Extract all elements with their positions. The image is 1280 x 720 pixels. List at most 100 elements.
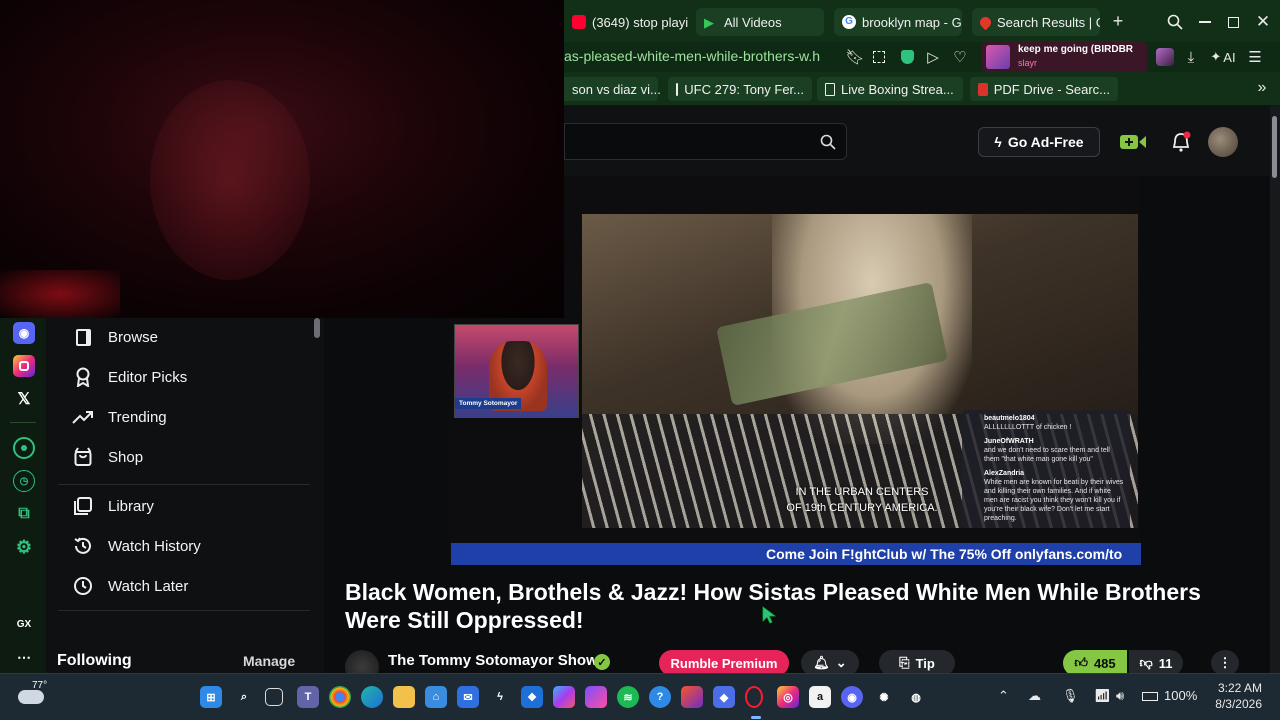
send-button[interactable]: ▷ <box>924 48 942 66</box>
amazon-icon[interactable]: a <box>809 686 831 708</box>
bookmark-label: son vs diaz vi... <box>572 81 661 97</box>
like-count: 485 <box>1093 655 1116 671</box>
ribbon-icon <box>72 366 94 388</box>
menu-button[interactable]: ☰ <box>1246 48 1264 66</box>
tab-all-videos[interactable]: ▶ All Videos <box>696 8 824 36</box>
copilot-icon[interactable] <box>553 686 575 708</box>
more-bookmarks-button[interactable]: » <box>1252 78 1272 98</box>
favorite-button[interactable]: ♡ <box>951 48 969 66</box>
battery-icon[interactable] <box>1142 688 1158 703</box>
obs-icon[interactable]: ◍ <box>905 686 927 708</box>
sidebar-item-editor-picks[interactable]: Editor Picks <box>72 363 187 391</box>
dropbox-icon[interactable]: ❖ <box>521 686 543 708</box>
sidebar-item-watch-history[interactable]: Watch History <box>72 532 201 560</box>
store-icon[interactable]: ⌂ <box>425 686 447 708</box>
maximize-button[interactable] <box>1222 11 1244 33</box>
sidebar-item-library[interactable]: Library <box>72 492 154 520</box>
bookmark-button[interactable]: 🔖︎ <box>845 48 864 66</box>
extensions-icon[interactable]: ⧉ <box>13 503 35 525</box>
discord-app-icon[interactable]: ◉ <box>841 686 863 708</box>
instagram-icon[interactable] <box>13 355 35 377</box>
help-icon[interactable]: ? <box>649 686 671 708</box>
weather-widget[interactable]: 77° <box>18 680 47 704</box>
settings-gear-icon[interactable]: ⚙ <box>13 536 35 558</box>
history-rail-icon[interactable]: ◷ <box>13 470 35 492</box>
adblock-button[interactable] <box>898 48 916 66</box>
brave-icon[interactable] <box>681 686 703 708</box>
start-icon[interactable]: ⊞ <box>200 686 222 708</box>
premium-label: Rumble Premium <box>670 655 778 671</box>
player-icon[interactable] <box>13 437 35 459</box>
album-art <box>986 45 1010 69</box>
download-button[interactable]: ⤓ <box>1182 48 1200 66</box>
spotify-icon[interactable]: ≋ <box>617 686 639 708</box>
user-avatar[interactable] <box>1208 127 1238 157</box>
edge-icon[interactable] <box>361 686 383 708</box>
ai-button[interactable]: ✦ AI <box>1206 48 1240 66</box>
youtube-icon <box>572 15 586 29</box>
search-icon[interactable]: ⌕ <box>233 686 255 708</box>
opera-gx-icon[interactable] <box>745 686 763 708</box>
sidebar-item-shop[interactable]: Shop <box>72 443 143 471</box>
clipchamp-icon[interactable] <box>585 686 607 708</box>
teams-icon[interactable]: T <box>297 686 319 708</box>
winamp-icon[interactable]: ϟ <box>489 686 511 708</box>
gx-corner-icon[interactable]: GX <box>13 613 35 635</box>
mail-icon[interactable]: ✉ <box>457 686 479 708</box>
bookmark-item[interactable]: UFC 279: Tony Fer... <box>668 77 812 101</box>
bookmark-item[interactable]: Live Boxing Strea... <box>817 77 963 101</box>
profile-button[interactable] <box>1154 46 1176 68</box>
tab-youtube[interactable]: (3649) stop playi <box>564 8 692 36</box>
cloud-status-icon[interactable]: ☁ <box>1028 688 1041 704</box>
music-player[interactable]: keep me going (BIRDBR slayr <box>982 42 1147 72</box>
manage-link[interactable]: Manage <box>243 653 295 669</box>
app-icon[interactable]: ◆ <box>713 686 735 708</box>
chat-user: beautmelo1804 <box>984 415 1035 422</box>
notifications-button[interactable] <box>1168 129 1194 155</box>
search-icon[interactable] <box>820 134 836 150</box>
volume-icon[interactable]: 🔊︎ <box>1116 688 1124 704</box>
tab-brooklyn-map[interactable]: G brooklyn map - G <box>834 8 962 36</box>
sidebar-item-browse[interactable]: Browse <box>72 323 158 351</box>
sidebar-scrollbar[interactable] <box>314 318 320 338</box>
microphone-icon[interactable]: 🎙︎ <box>1062 688 1079 704</box>
clock-date[interactable]: 8/3/2026 <box>1212 697 1262 711</box>
video-player[interactable]: IN THE URBAN CENTERS OF 19th CENTURY AME… <box>582 214 1138 528</box>
clock-time[interactable]: 3:22 AM <box>1214 681 1262 695</box>
sidebar-item-trending[interactable]: Trending <box>72 403 167 431</box>
dislike-count: 11 <box>1158 655 1173 671</box>
task-view-icon[interactable] <box>265 688 283 706</box>
tab-search-results[interactable]: Search Results | G <box>972 8 1100 36</box>
clock-icon <box>72 575 94 597</box>
channel-name[interactable]: The Tommy Sotomayor Show <box>388 652 598 669</box>
go-ad-free-button[interactable]: ϟ Go Ad-Free <box>978 127 1100 157</box>
bookmark-item[interactable]: PDF Drive - Searc... <box>970 77 1118 101</box>
chevron-up-icon[interactable]: ⌃ <box>998 688 1009 704</box>
instagram-app-icon[interactable]: ◎ <box>777 686 799 708</box>
wifi-icon[interactable]: 📶︎ <box>1094 688 1111 704</box>
lightning-icon: ϟ <box>994 134 1002 150</box>
sidebar-item-watch-later[interactable]: Watch Later <box>72 572 188 600</box>
discord-icon[interactable]: ◉ <box>13 322 35 344</box>
search-icon <box>1167 14 1183 30</box>
x-icon[interactable]: 𝕏 <box>13 388 35 410</box>
page-scrollbar-thumb[interactable] <box>1272 116 1277 178</box>
sidebar-item-label: Library <box>108 497 154 515</box>
address-field[interactable]: as-pleased-white-men-while-brothers-w.h <box>564 48 820 64</box>
more-icon[interactable]: ⋯ <box>13 646 35 668</box>
file-explorer-icon[interactable] <box>393 686 415 708</box>
minimize-button[interactable] <box>1194 11 1216 33</box>
new-tab-button[interactable]: + <box>1108 11 1128 31</box>
chrome-icon[interactable] <box>329 686 351 708</box>
bell-icon <box>1172 131 1191 152</box>
search-input[interactable] <box>564 123 847 160</box>
snapshot-button[interactable] <box>870 48 888 66</box>
upload-button[interactable] <box>1118 129 1148 155</box>
search-tabs-button[interactable] <box>1164 11 1186 33</box>
sidebar-item-label: Editor Picks <box>108 368 188 386</box>
tab-label: Search Results | G <box>997 14 1100 30</box>
close-button[interactable]: ✕ <box>1252 11 1274 33</box>
chatgpt-icon[interactable]: ✺ <box>873 686 895 708</box>
page-scrollbar[interactable] <box>1270 106 1280 673</box>
bookmark-item[interactable]: son vs diaz vi... <box>564 77 661 101</box>
